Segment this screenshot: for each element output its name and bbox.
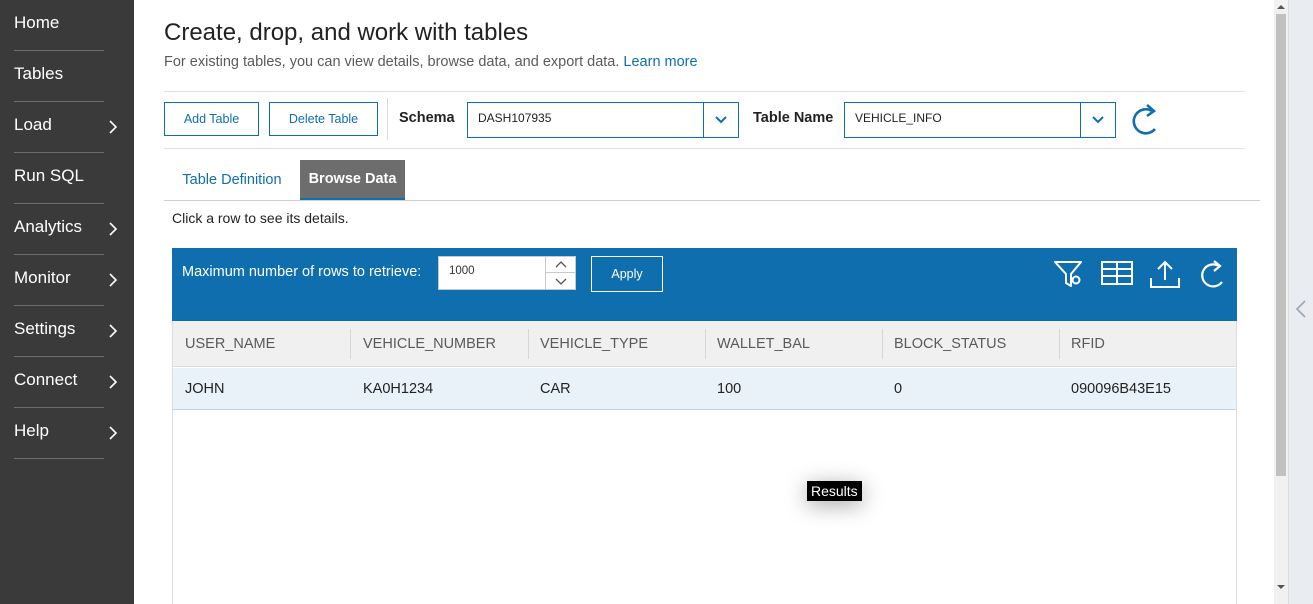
column-header[interactable]: VEHICLE_TYPE	[528, 321, 705, 367]
table-columns-icon[interactable]	[1100, 258, 1134, 290]
add-table-button[interactable]: Add Table	[164, 102, 259, 136]
table-row[interactable]: JOHN KA0H1234 CAR 100 0 090096B43E15	[173, 368, 1236, 410]
sidebar-item-label: Run SQL	[14, 166, 84, 185]
divider	[164, 91, 1245, 92]
sidebar-item-analytics[interactable]: Analytics	[0, 204, 134, 255]
table-name-label: Table Name	[753, 110, 834, 126]
table-header: USER_NAME VEHICLE_NUMBER VEHICLE_TYPE WA…	[173, 321, 1236, 367]
results-toolbar: Maximum number of rows to retrieve: 1000…	[172, 248, 1237, 321]
column-header[interactable]: USER_NAME	[173, 321, 350, 367]
table-name-select[interactable]: VEHICLE_INFO	[844, 102, 1116, 138]
chevron-up-icon	[555, 261, 566, 268]
chevron-down-icon	[1092, 116, 1104, 124]
divider	[14, 458, 104, 459]
chevron-left-icon	[1295, 300, 1306, 318]
max-rows-stepper	[545, 256, 576, 290]
column-header[interactable]: RFID	[1059, 321, 1236, 367]
page-title: Create, drop, and work with tables	[164, 19, 529, 46]
increment-button[interactable]	[546, 257, 575, 273]
sidebar-item-label: Monitor	[14, 268, 71, 287]
refresh-icon[interactable]	[1131, 102, 1163, 138]
delete-table-button[interactable]: Delete Table	[269, 102, 378, 136]
tab-browse-data[interactable]: Browse Data	[300, 160, 405, 200]
sidebar-item-monitor[interactable]: Monitor	[0, 255, 134, 306]
apply-button[interactable]: Apply	[591, 256, 663, 292]
chevron-right-icon	[109, 120, 118, 134]
chevron-right-icon	[109, 324, 118, 338]
filter-icon[interactable]	[1052, 258, 1086, 290]
decrement-button[interactable]	[546, 273, 575, 289]
export-icon[interactable]	[1148, 258, 1182, 290]
sidebar-item-run-sql[interactable]: Run SQL	[0, 153, 134, 204]
table-cell: CAR	[540, 381, 571, 397]
sidebar-item-label: Help	[14, 421, 49, 440]
table-cell: JOHN	[185, 381, 225, 397]
page-subtitle: For existing tables, you can view detail…	[164, 54, 698, 70]
side-panel-toggle[interactable]	[1288, 0, 1313, 604]
sidebar-item-connect[interactable]: Connect	[0, 357, 134, 408]
sidebar-item-load[interactable]: Load	[0, 102, 134, 153]
divider	[164, 200, 1260, 201]
sidebar-item-label: Settings	[14, 319, 76, 338]
column-header[interactable]: VEHICLE_NUMBER	[351, 321, 528, 367]
scrollbar-thumb[interactable]	[1276, 14, 1286, 476]
max-rows-input[interactable]: 1000	[438, 256, 576, 290]
schema-dropdown-toggle[interactable]	[703, 103, 738, 137]
sidebar-item-settings[interactable]: Settings	[0, 306, 134, 357]
refresh-icon[interactable]	[1196, 258, 1230, 290]
learn-more-link[interactable]: Learn more	[623, 54, 697, 70]
scroll-up-icon[interactable]	[1276, 2, 1286, 12]
max-rows-value: 1000	[449, 265, 475, 277]
sidebar: Home Tables Load Run SQL Analytics Monit…	[0, 0, 134, 604]
table-cell: 0	[894, 381, 903, 397]
sidebar-item-help[interactable]: Help	[0, 408, 134, 459]
chevron-right-icon	[109, 426, 118, 440]
sidebar-item-label: Tables	[14, 64, 64, 83]
subtitle-text: For existing tables, you can view detail…	[164, 54, 620, 70]
sidebar-item-label: Analytics	[14, 217, 83, 236]
chevron-down-icon	[555, 278, 566, 285]
vertical-scrollbar[interactable]	[1274, 0, 1288, 604]
table-name-dropdown-toggle[interactable]	[1080, 103, 1115, 137]
column-header[interactable]: BLOCK_STATUS	[882, 321, 1059, 367]
max-rows-label: Maximum number of rows to retrieve:	[182, 264, 422, 280]
table-name-value: VEHICLE_INFO	[855, 111, 942, 125]
tab-table-definition[interactable]: Table Definition	[172, 160, 292, 200]
table-cell: KA0H1234	[363, 381, 434, 397]
chevron-right-icon	[109, 273, 118, 287]
table-cell: 090096B43E15	[1071, 381, 1171, 397]
sidebar-item-home[interactable]: Home	[0, 0, 134, 51]
schema-value: DASH107935	[478, 111, 552, 125]
table-cell: 100	[717, 381, 742, 397]
schema-select[interactable]: DASH107935	[467, 102, 739, 138]
sidebar-item-label: Home	[14, 13, 60, 32]
chevron-right-icon	[109, 375, 118, 389]
results-tooltip: Results	[807, 481, 862, 501]
sidebar-item-tables[interactable]: Tables	[0, 51, 134, 102]
chevron-down-icon	[715, 116, 727, 124]
scroll-down-icon[interactable]	[1276, 582, 1286, 592]
sidebar-item-label: Connect	[14, 370, 78, 389]
chevron-right-icon	[109, 222, 118, 236]
hint-text: Click a row to see its details.	[172, 210, 349, 226]
column-header[interactable]: WALLET_BAL	[705, 321, 882, 367]
results-table: USER_NAME VEHICLE_NUMBER VEHICLE_TYPE WA…	[172, 321, 1237, 604]
divider	[164, 148, 1245, 149]
divider	[387, 98, 388, 140]
sidebar-item-label: Load	[14, 115, 52, 134]
schema-label: Schema	[399, 110, 455, 126]
